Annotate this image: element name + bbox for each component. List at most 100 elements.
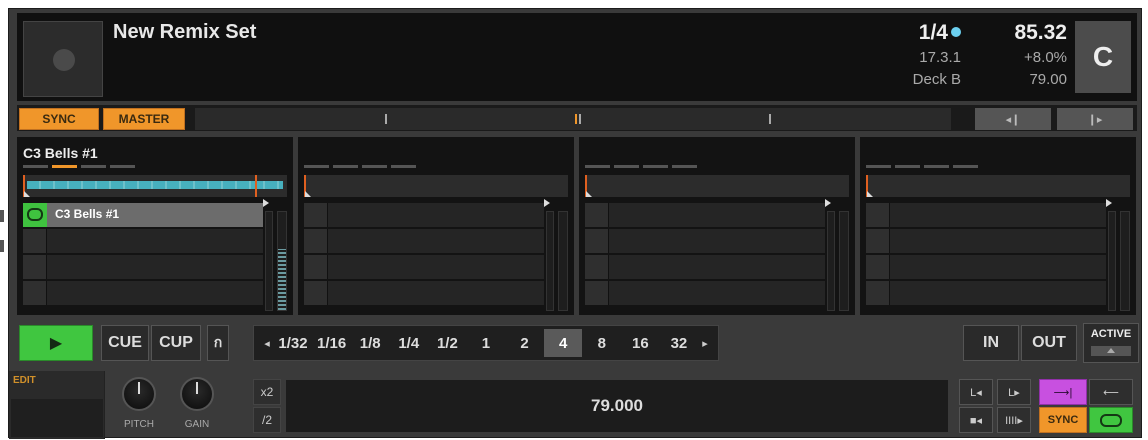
loop-size-right-icon[interactable]: ▸ [698, 337, 712, 350]
sample-cell[interactable] [304, 203, 544, 227]
edit-label: EDIT [13, 375, 36, 386]
slot-waveform[interactable] [866, 175, 1130, 197]
cup-button[interactable]: CUP [151, 325, 201, 361]
slot-bar-indicator [866, 165, 978, 168]
deck-title: New Remix Set [113, 21, 257, 43]
loop-size-option[interactable]: 2 [506, 329, 544, 357]
phase-tick [385, 114, 387, 124]
cell-trigger[interactable] [23, 229, 47, 253]
sample-cell[interactable] [585, 281, 825, 305]
loop-active-button[interactable]: ACTIVE [1083, 323, 1139, 363]
sample-cell[interactable] [304, 229, 544, 253]
slot-bar-indicator [23, 165, 135, 168]
cell-trigger[interactable] [304, 255, 328, 279]
bar-segment [924, 165, 949, 168]
sync-button[interactable]: SYNC [19, 108, 99, 130]
sample-cell-list [866, 203, 1106, 307]
phase-tick-center-2 [579, 114, 581, 124]
original-tempo: 79.00 [1029, 71, 1067, 88]
loop-size-left-icon[interactable]: ◂ [260, 337, 274, 350]
sample-slot[interactable]: C3 Bells #1 C3 Bells #1 [17, 137, 293, 315]
cell-trigger[interactable] [866, 203, 890, 227]
loop-size-option[interactable]: 1/4 [390, 329, 428, 357]
nudge-back-button[interactable]: ◂❙ [975, 108, 1051, 130]
bar-segment [110, 165, 135, 168]
sample-cell[interactable]: C3 Bells #1 [23, 203, 263, 227]
cell-trigger[interactable] [23, 281, 47, 305]
edge-grip [0, 210, 4, 222]
loop-size-option[interactable]: 32 [660, 329, 698, 357]
sample-slot[interactable] [860, 137, 1136, 315]
cell-trigger[interactable] [304, 229, 328, 253]
slot-volume-fader[interactable] [827, 211, 835, 311]
pitch-label: PITCH [124, 419, 154, 430]
tempo-readout: 85.32 [1014, 21, 1067, 44]
cell-trigger[interactable] [585, 281, 609, 305]
flux-mode-button[interactable]: ⟶| [1039, 379, 1087, 405]
sample-cell[interactable] [866, 203, 1106, 227]
sample-cell[interactable] [585, 229, 825, 253]
sample-cell[interactable] [23, 255, 263, 279]
cell-trigger[interactable] [23, 203, 47, 227]
key-display[interactable]: C [1075, 21, 1131, 93]
sample-cell[interactable] [866, 281, 1106, 305]
cover-art [23, 21, 103, 97]
sample-cell[interactable] [866, 255, 1106, 279]
sample-cell[interactable] [23, 281, 263, 305]
loop-out-button[interactable]: OUT [1021, 325, 1077, 361]
sample-slot[interactable] [298, 137, 574, 315]
loop-size-option[interactable]: 8 [583, 329, 621, 357]
loop-size-option[interactable]: 1/2 [428, 329, 466, 357]
seek-back-button[interactable]: ■◂ [959, 407, 993, 433]
bar-segment [614, 165, 639, 168]
cell-label: C3 Bells #1 [55, 207, 120, 221]
loop-size-option[interactable]: 1/32 [274, 329, 312, 357]
cell-trigger[interactable] [23, 255, 47, 279]
cell-trigger[interactable] [866, 229, 890, 253]
master-button[interactable]: MASTER [103, 108, 185, 130]
sample-cell[interactable] [23, 229, 263, 253]
loop-size-option[interactable]: 1/16 [313, 329, 351, 357]
sample-sync-button[interactable]: SYNC [1039, 407, 1087, 433]
back-arrow-button[interactable]: ⟵ [1089, 379, 1133, 405]
tempo-double-button[interactable]: x2 [253, 379, 281, 405]
cell-trigger[interactable] [304, 203, 328, 227]
flux-button[interactable]: ก [207, 325, 229, 361]
cell-trigger[interactable] [866, 281, 890, 305]
slot-volume-fader[interactable] [1108, 211, 1116, 311]
loop-size-option[interactable]: 1/8 [351, 329, 389, 357]
sample-cell[interactable] [304, 255, 544, 279]
slot-waveform[interactable] [304, 175, 568, 197]
cell-trigger[interactable] [585, 255, 609, 279]
slot-volume-fader[interactable] [546, 211, 554, 311]
cue-button[interactable]: CUE [101, 325, 149, 361]
loop-size-option[interactable]: 1 [467, 329, 505, 357]
sample-cell[interactable] [866, 229, 1106, 253]
cell-trigger[interactable] [866, 255, 890, 279]
pitch-knob[interactable] [122, 377, 156, 411]
cell-trigger[interactable] [585, 229, 609, 253]
sample-cell[interactable] [585, 255, 825, 279]
nudge-forward-button[interactable]: ❙▸ [1057, 108, 1133, 130]
tempo-half-button[interactable]: /2 [253, 407, 281, 433]
sample-loop-button[interactable] [1089, 407, 1133, 433]
slot-waveform[interactable] [585, 175, 849, 197]
jump-back-button[interactable]: L◂ [959, 379, 993, 405]
sample-cell[interactable] [304, 281, 544, 305]
triangle-up-icon [1091, 346, 1131, 356]
cell-trigger[interactable] [585, 203, 609, 227]
cell-trigger[interactable] [304, 281, 328, 305]
sample-slot[interactable] [579, 137, 855, 315]
sample-cell[interactable] [585, 203, 825, 227]
edit-area[interactable] [11, 399, 103, 437]
slot-volume-fader[interactable] [265, 211, 273, 311]
seek-forward-button[interactable]: IIII▸ [997, 407, 1031, 433]
loop-size-option[interactable]: 4 [544, 329, 583, 357]
slot-waveform[interactable] [23, 175, 287, 197]
jump-forward-button[interactable]: L▸ [997, 379, 1031, 405]
play-button[interactable]: ▶ [19, 325, 93, 361]
gain-knob[interactable] [180, 377, 214, 411]
loop-in-button[interactable]: IN [963, 325, 1019, 361]
loop-size-option[interactable]: 16 [621, 329, 659, 357]
tempo-display[interactable]: 79.000 [285, 379, 949, 433]
